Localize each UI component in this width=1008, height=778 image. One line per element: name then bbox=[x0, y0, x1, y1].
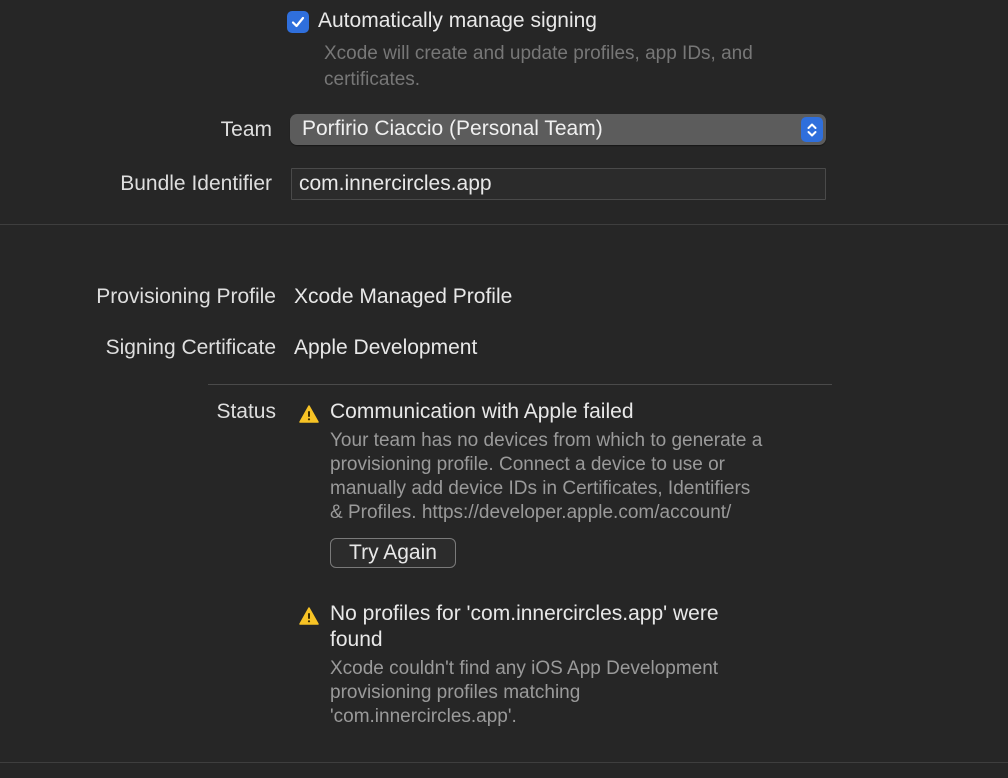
status-message-body: Your team has no devices from which to g… bbox=[330, 429, 850, 525]
status-message-title-line: found bbox=[330, 628, 383, 651]
provisioning-profile-value: Xcode Managed Profile bbox=[294, 285, 513, 308]
status-label: Status bbox=[216, 400, 276, 423]
provisioning-profile-label: Provisioning Profile bbox=[96, 285, 276, 308]
status-message-line: provisioning profiles matching bbox=[330, 682, 581, 703]
auto-manage-signing-help: Xcode will create and update profiles, a… bbox=[324, 43, 753, 90]
auto-manage-signing-checkbox[interactable] bbox=[287, 11, 309, 33]
status-divider bbox=[208, 384, 832, 385]
status-message-line: Xcode couldn't find any iOS App Developm… bbox=[330, 658, 719, 679]
bundle-identifier-field[interactable]: com.innercircles.app bbox=[291, 168, 826, 200]
team-popup-value: Porfirio Ciaccio (Personal Team) bbox=[302, 117, 603, 140]
signing-certificate-value: Apple Development bbox=[294, 336, 478, 359]
warning-icon bbox=[299, 405, 319, 423]
status-message-title-line: No profiles for 'com.innercircles.app' w… bbox=[330, 602, 719, 625]
checkmark-icon bbox=[291, 16, 305, 28]
status-message-line: manually add device IDs in Certificates,… bbox=[330, 478, 751, 499]
team-popup-button[interactable]: Porfirio Ciaccio (Personal Team) bbox=[290, 114, 826, 145]
signing-certificate-label: Signing Certificate bbox=[105, 336, 276, 359]
bundle-identifier-label: Bundle Identifier bbox=[120, 172, 272, 195]
status-message-line: & Profiles. https://developer.apple.com/… bbox=[330, 502, 732, 523]
status-message-title: No profiles for 'com.innercircles.app' w… bbox=[330, 601, 850, 653]
warning-icon bbox=[299, 607, 319, 625]
status-message-line: 'com.innercircles.app'. bbox=[330, 706, 517, 727]
try-again-button[interactable]: Try Again bbox=[330, 538, 456, 568]
team-label: Team bbox=[220, 118, 272, 141]
status-message-line: provisioning profile. Connect a device t… bbox=[330, 454, 726, 475]
status-message-title: Communication with Apple failed bbox=[330, 400, 634, 423]
auto-manage-signing-label[interactable]: Automatically manage signing bbox=[318, 9, 597, 33]
signing-settings-panel: Automatically manage signing Xcode will … bbox=[0, 0, 1008, 778]
bundle-identifier-value: com.innercircles.app bbox=[299, 172, 492, 195]
bottom-divider bbox=[0, 762, 1008, 763]
status-message-line: Your team has no devices from which to g… bbox=[330, 430, 763, 451]
section-divider bbox=[0, 224, 1008, 225]
status-message-body: Xcode couldn't find any iOS App Developm… bbox=[330, 657, 850, 729]
popup-chevrons-icon bbox=[801, 117, 823, 142]
